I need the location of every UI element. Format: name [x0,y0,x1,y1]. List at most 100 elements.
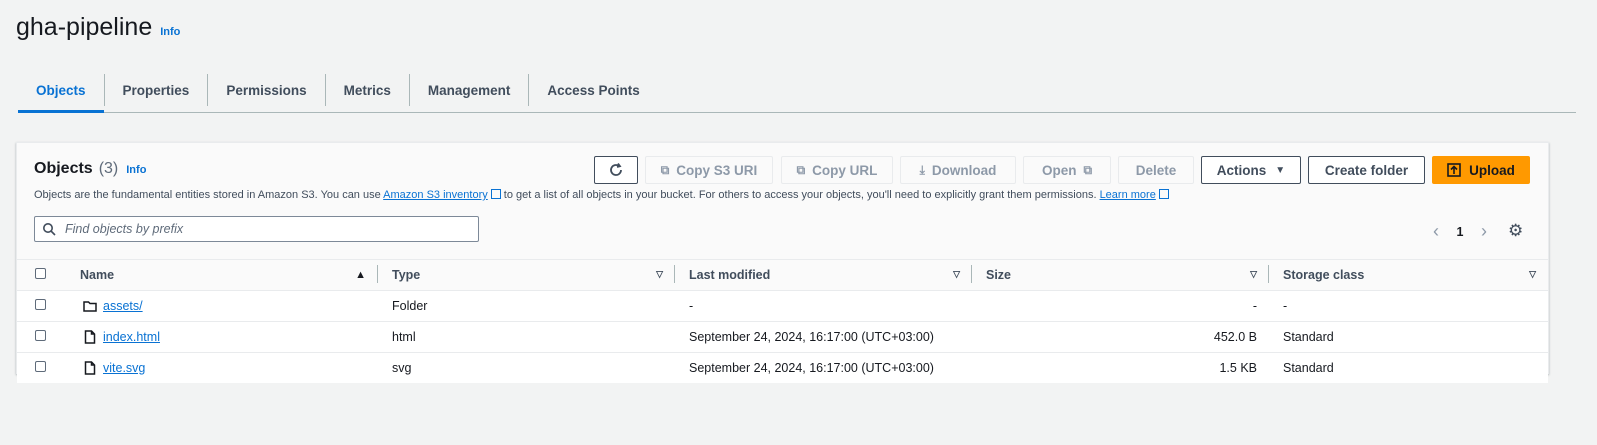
row-checkbox[interactable] [35,361,46,372]
create-folder-label: Create folder [1324,162,1409,178]
size-cell: 452.0 B [972,321,1269,353]
open-button[interactable]: Open ⧉ [1023,156,1111,184]
tab-access-points[interactable]: Access Points [529,74,657,106]
page-number[interactable]: 1 [1448,225,1472,239]
panel-description: Objects are the fundamental entities sto… [34,188,1169,201]
object-count: (3) [98,160,119,177]
page-header: gha-pipeline Info [16,13,180,42]
column-storage-class[interactable]: Storage class ▽ [1269,259,1548,291]
last-modified-cell: - [675,290,972,322]
upload-button[interactable]: Upload [1432,156,1530,184]
sort-icon: ▽ [1529,269,1536,279]
upload-label: Upload [1469,162,1515,178]
actions-dropdown[interactable]: Actions ▼ [1201,156,1301,184]
download-icon: ⤓ [919,162,925,177]
folder-icon [83,301,97,312]
sort-ascending-icon: ▲ [355,269,366,281]
search-input[interactable] [63,221,467,237]
tab-bar: Objects Properties Permissions Metrics M… [18,70,1576,113]
chevron-left-icon[interactable]: ‹ [1424,221,1448,242]
storage-class-cell: Standard [1269,321,1548,353]
sort-icon: ▽ [953,269,960,279]
gear-icon[interactable]: ⚙ [1508,221,1523,241]
panel-header: Objects (3) Info [34,160,146,178]
last-modified-cell: September 24, 2024, 16:17:00 (UTC+03:00) [675,352,972,383]
tab-permissions[interactable]: Permissions [208,74,326,106]
column-type-label: Type [392,268,421,282]
sort-icon: ▽ [656,269,663,279]
type-cell: svg [378,352,675,383]
external-link-icon [1158,189,1169,199]
search-icon [43,223,56,236]
object-name-link[interactable]: index.html [103,330,160,344]
storage-class-cell: Standard [1269,352,1548,383]
s3-inventory-link[interactable]: Amazon S3 inventory [383,189,488,201]
download-label: Download [931,162,997,178]
copy-s3-uri-button[interactable]: ⧉ Copy S3 URI [645,156,773,184]
refresh-icon [610,162,622,176]
delete-label: Delete [1135,162,1177,178]
storage-class-cell: - [1269,290,1548,322]
title-info-link[interactable]: Info [160,26,180,38]
external-link-icon: ⧉ [1083,162,1093,177]
tab-properties[interactable]: Properties [105,74,209,106]
row-select-cell [17,352,63,383]
column-size[interactable]: Size ▽ [972,259,1269,291]
actions-label: Actions [1216,162,1267,178]
upload-icon [1447,163,1461,177]
pagination: ‹ 1 › [1424,221,1496,242]
table-row: vite.svg svg September 24, 2024, 16:17:0… [17,352,1548,383]
page-title: gha-pipeline [16,13,153,41]
refresh-button[interactable] [594,156,638,184]
description-text-2: to get a list of all objects in your buc… [500,189,1100,201]
description-text-1: Objects are the fundamental entities sto… [34,189,384,201]
objects-table: Name ▲ Type ▽ Last modified ▽ Size ▽ Sto… [17,259,1548,383]
column-last-modified-label: Last modified [689,268,771,282]
copy-icon: ⧉ [796,162,806,177]
column-type[interactable]: Type ▽ [378,259,675,291]
external-link-icon [490,189,501,199]
sort-icon: ▽ [1250,269,1257,279]
tab-metrics[interactable]: Metrics [326,74,410,106]
panel-info-link[interactable]: Info [126,164,146,176]
table-header-row: Name ▲ Type ▽ Last modified ▽ Size ▽ Sto… [17,259,1548,291]
column-name[interactable]: Name ▲ [63,259,378,291]
column-last-modified[interactable]: Last modified ▽ [675,259,972,291]
row-select-cell [17,290,63,322]
table-row: index.html html September 24, 2024, 16:1… [17,321,1548,353]
select-all-cell [17,259,63,291]
object-name-link[interactable]: vite.svg [103,361,145,375]
download-button[interactable]: ⤓ Download [900,156,1016,184]
open-label: Open [1041,162,1077,178]
delete-button[interactable]: Delete [1118,156,1194,184]
row-select-cell [17,321,63,353]
name-cell: assets/ [63,290,378,322]
last-modified-cell: September 24, 2024, 16:17:00 (UTC+03:00) [675,321,972,353]
panel-title: Objects [34,160,93,177]
size-cell: 1.5 KB [972,352,1269,383]
table-row: assets/ Folder - - - [17,290,1548,322]
copy-icon: ⧉ [660,162,670,177]
tab-objects[interactable]: Objects [18,74,105,113]
file-icon [84,330,96,344]
row-checkbox[interactable] [35,299,46,310]
column-storage-class-label: Storage class [1283,268,1365,282]
name-cell: vite.svg [63,352,378,383]
column-size-label: Size [986,268,1012,282]
name-cell: index.html [63,321,378,353]
tab-management[interactable]: Management [410,74,530,106]
create-folder-button[interactable]: Create folder [1308,156,1425,184]
select-all-checkbox[interactable] [35,268,46,279]
type-cell: Folder [378,290,675,322]
type-cell: html [378,321,675,353]
row-checkbox[interactable] [35,330,46,341]
copy-url-label: Copy URL [812,162,878,178]
size-cell: - [972,290,1269,322]
copy-url-button[interactable]: ⧉ Copy URL [781,156,893,184]
chevron-right-icon[interactable]: › [1472,221,1496,242]
search-box [34,216,479,242]
caret-down-icon: ▼ [1275,164,1286,176]
learn-more-link[interactable]: Learn more [1100,189,1156,201]
objects-panel: Objects (3) Info ⧉ Copy S3 URI ⧉ Copy UR… [16,142,1549,383]
object-name-link[interactable]: assets/ [103,299,143,313]
